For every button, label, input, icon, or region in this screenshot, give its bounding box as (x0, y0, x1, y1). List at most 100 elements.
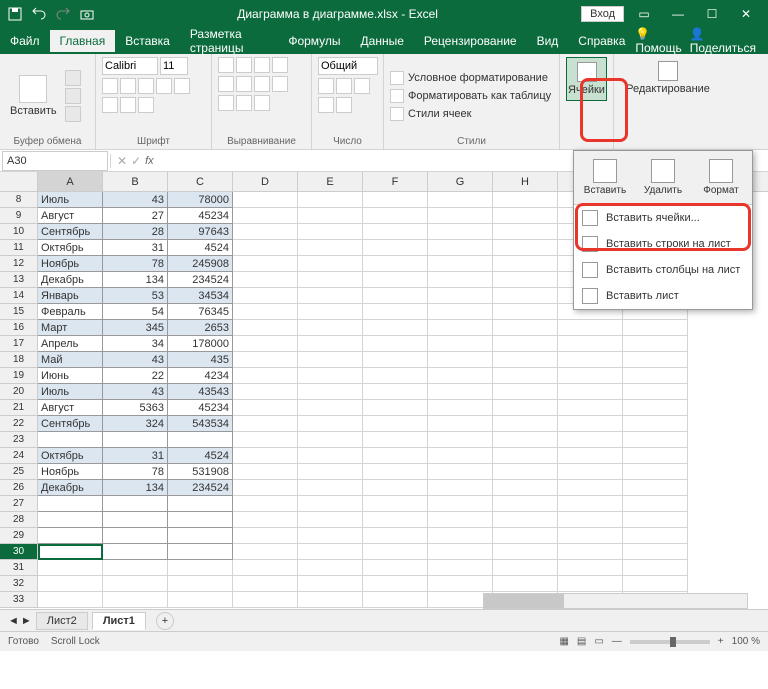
cell[interactable] (38, 496, 103, 512)
cell[interactable]: Сентябрь (38, 224, 103, 240)
row-header[interactable]: 22 (0, 416, 38, 432)
cell[interactable] (428, 352, 493, 368)
cell[interactable] (168, 576, 233, 592)
cell[interactable] (298, 272, 363, 288)
cell[interactable]: 78 (103, 464, 168, 480)
cell[interactable] (233, 480, 298, 496)
cell[interactable] (168, 432, 233, 448)
orientation-icon[interactable] (272, 57, 288, 73)
cell[interactable]: 543534 (168, 416, 233, 432)
zoom-slider[interactable] (630, 640, 710, 644)
cell[interactable] (623, 544, 688, 560)
cell[interactable] (233, 288, 298, 304)
close-icon[interactable]: ✕ (732, 3, 760, 25)
cell[interactable] (623, 368, 688, 384)
cell[interactable] (233, 192, 298, 208)
row-header[interactable]: 14 (0, 288, 38, 304)
cell[interactable]: Июнь (38, 368, 103, 384)
cell[interactable] (363, 432, 428, 448)
cell[interactable] (38, 576, 103, 592)
merge-icon[interactable] (254, 95, 270, 111)
cell[interactable] (363, 384, 428, 400)
underline-icon[interactable] (138, 78, 154, 94)
cell[interactable] (363, 240, 428, 256)
ribbon-options-icon[interactable]: ▭ (630, 3, 658, 25)
cell[interactable] (558, 368, 623, 384)
row-header[interactable]: 21 (0, 400, 38, 416)
italic-icon[interactable] (120, 78, 136, 94)
cell[interactable] (233, 384, 298, 400)
cell[interactable] (298, 304, 363, 320)
cell[interactable] (363, 224, 428, 240)
cell[interactable] (623, 320, 688, 336)
cell[interactable] (428, 320, 493, 336)
insert-cols-item[interactable]: Вставить столбцы на лист (574, 257, 752, 283)
cell[interactable]: 45234 (168, 400, 233, 416)
row-header[interactable]: 28 (0, 512, 38, 528)
cell[interactable] (558, 416, 623, 432)
wrap-text-icon[interactable] (272, 76, 288, 92)
cell[interactable] (493, 384, 558, 400)
cell[interactable] (298, 208, 363, 224)
cell[interactable]: 234524 (168, 480, 233, 496)
cell[interactable] (623, 464, 688, 480)
zoom-in-icon[interactable]: + (718, 636, 724, 647)
row-header[interactable]: 16 (0, 320, 38, 336)
cell[interactable] (428, 208, 493, 224)
align-left-icon[interactable] (218, 76, 234, 92)
row-header[interactable]: 11 (0, 240, 38, 256)
cell[interactable] (558, 560, 623, 576)
cell[interactable] (558, 528, 623, 544)
cell[interactable] (298, 352, 363, 368)
cell[interactable] (363, 272, 428, 288)
cell[interactable] (298, 256, 363, 272)
cell[interactable] (558, 544, 623, 560)
cell[interactable] (233, 320, 298, 336)
cell[interactable] (623, 416, 688, 432)
cell[interactable]: Июль (38, 384, 103, 400)
column-header-B[interactable]: B (103, 172, 168, 191)
insert-header-button[interactable]: Вставить (578, 155, 632, 200)
cell[interactable] (298, 336, 363, 352)
cell[interactable] (428, 368, 493, 384)
cell[interactable] (428, 192, 493, 208)
cell[interactable] (363, 496, 428, 512)
cell[interactable] (298, 368, 363, 384)
cell[interactable] (623, 432, 688, 448)
cell[interactable]: 178000 (168, 336, 233, 352)
currency-icon[interactable] (318, 78, 334, 94)
row-header[interactable]: 26 (0, 480, 38, 496)
cell[interactable] (363, 512, 428, 528)
cell[interactable] (168, 560, 233, 576)
cell[interactable] (493, 560, 558, 576)
cell[interactable]: 43 (103, 352, 168, 368)
cell[interactable] (168, 592, 233, 608)
cell[interactable] (103, 592, 168, 608)
cell[interactable] (363, 352, 428, 368)
sheet-prev-icon[interactable]: ◄ (8, 615, 19, 627)
cell[interactable]: 78 (103, 256, 168, 272)
cell[interactable] (558, 496, 623, 512)
cell[interactable] (493, 288, 558, 304)
cell[interactable] (493, 272, 558, 288)
cell[interactable]: 28 (103, 224, 168, 240)
align-top-icon[interactable] (218, 57, 234, 73)
cell[interactable] (623, 400, 688, 416)
indent-decrease-icon[interactable] (218, 95, 234, 111)
cell[interactable] (493, 448, 558, 464)
cell[interactable]: 27 (103, 208, 168, 224)
cell[interactable]: 34 (103, 336, 168, 352)
row-header[interactable]: 31 (0, 560, 38, 576)
cell[interactable] (103, 432, 168, 448)
row-header[interactable]: 9 (0, 208, 38, 224)
cell[interactable] (298, 192, 363, 208)
cell[interactable] (168, 544, 233, 560)
cell[interactable] (493, 224, 558, 240)
minimize-icon[interactable]: — (664, 3, 692, 25)
insert-sheet-item[interactable]: Вставить лист (574, 283, 752, 309)
row-header[interactable]: 24 (0, 448, 38, 464)
cell[interactable]: 43 (103, 192, 168, 208)
indent-increase-icon[interactable] (236, 95, 252, 111)
enter-formula-icon[interactable]: ✓ (131, 154, 141, 168)
row-header[interactable]: 15 (0, 304, 38, 320)
